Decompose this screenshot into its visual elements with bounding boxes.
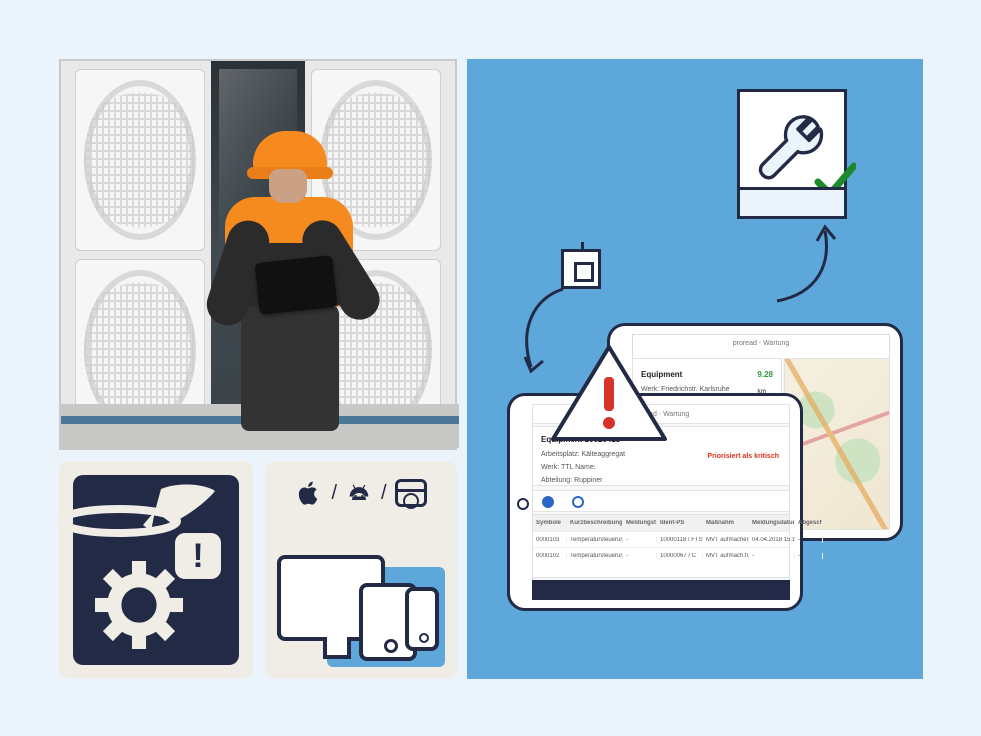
data-grid: SymboleKurzbeschreibungMeldungstypIdent-… [532, 514, 790, 578]
column-header: Abgeschl. [795, 520, 823, 526]
apple-icon [295, 479, 323, 507]
priority-label: Priorisiert als kritisch [707, 451, 779, 464]
browser-icon [395, 479, 427, 507]
footer-bar [532, 580, 790, 600]
tab-info [533, 491, 563, 513]
cell: - [623, 553, 657, 559]
iot-chip-icon [561, 249, 601, 289]
info-line: Werk: TTL Name: [541, 462, 781, 475]
cell: MVT aufmach.fin [703, 553, 749, 559]
maintenance-card [737, 89, 847, 219]
warning-icon [549, 343, 669, 447]
tab-historie [563, 491, 593, 513]
column-header: Maßnahm [703, 520, 749, 526]
info-line: Abteilung: Ruppiner [541, 475, 781, 488]
separator: / [381, 482, 387, 505]
workflow-panel: proread - Wartung Equipment Werk: Friedr… [467, 59, 923, 679]
cell: 10000067 / C [657, 553, 703, 559]
column-header: Symbole [533, 520, 567, 526]
cell: Temperatursteuerung [567, 553, 623, 559]
tablet-device [254, 255, 337, 315]
check-icon [814, 160, 856, 202]
platforms-tile: / / [265, 461, 457, 679]
column-header: Meldungstyp [623, 520, 657, 526]
photo-technician [59, 59, 457, 450]
cell: 0000103 [533, 537, 567, 543]
arrow-icon [769, 223, 839, 305]
tab-row [532, 490, 790, 512]
composition: ! / / [59, 59, 923, 681]
cell: - [623, 537, 657, 543]
cell: MVT aufmachen [703, 537, 749, 543]
hvac-fan [75, 69, 205, 251]
app-tile: ! [59, 461, 253, 679]
cell: - [749, 553, 795, 559]
header-title: proread - Wartung [733, 340, 790, 347]
separator: / [331, 482, 337, 505]
technician [217, 131, 363, 437]
cell: - [795, 553, 823, 559]
cell: 0000102 [533, 553, 567, 559]
column-header: Kurzbeschreibung [567, 520, 623, 526]
column-header: Ident-PS [657, 520, 703, 526]
cell: 04.04.2018 15:1 [749, 537, 795, 543]
cell: 10000118 / FTS [657, 537, 703, 543]
gear-icon [95, 561, 183, 649]
table-row: 0000103Temperatursteuerung-10000118 / FT… [533, 531, 789, 547]
column-header: Meldungsdatum [749, 520, 795, 526]
cell: - [795, 537, 823, 543]
android-icon [345, 479, 373, 507]
table-row: 0000102Temperatursteuerung-10000067 / CM… [533, 547, 789, 563]
alert-badge-icon: ! [175, 533, 221, 579]
cell: Temperatursteuerung [567, 537, 623, 543]
phone-icon [405, 587, 439, 651]
